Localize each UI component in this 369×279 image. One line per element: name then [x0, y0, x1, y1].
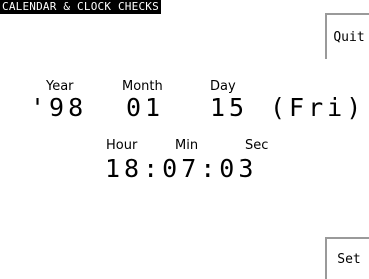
month-label: Month [122, 79, 163, 94]
weekday-value: (Fri) [270, 93, 366, 122]
time-value: 18:07:03 [105, 154, 258, 183]
year-value: '98 [30, 93, 88, 122]
sec-label: Sec [245, 138, 269, 153]
min-label: Min [175, 138, 199, 153]
screen-title: CALENDAR & CLOCK CHECKS [0, 0, 161, 14]
year-label: Year [46, 79, 74, 94]
set-button[interactable]: Set [325, 237, 369, 279]
hour-label: Hour [106, 138, 138, 153]
quit-button[interactable]: Quit [325, 13, 369, 59]
day-value: 15 [210, 93, 249, 122]
month-value: 01 [126, 93, 165, 122]
day-label: Day [210, 79, 236, 94]
